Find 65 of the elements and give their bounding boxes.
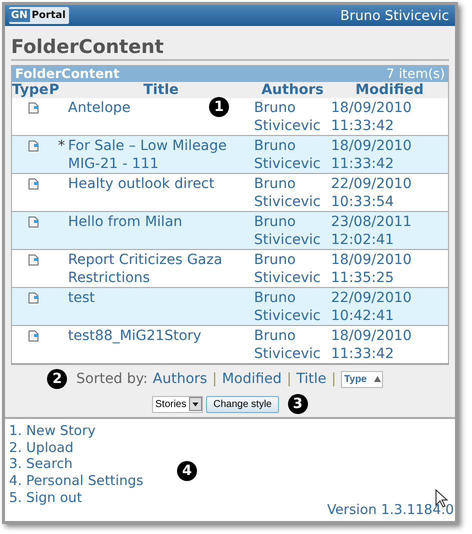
document-icon	[28, 254, 39, 266]
logo-badge: GN	[9, 9, 30, 22]
separator-text: |	[331, 371, 336, 387]
menu-link[interactable]: 2. Upload	[9, 440, 74, 456]
column-header[interactable]: P	[49, 82, 68, 98]
table-row[interactable]: test88_MiG21Story Bruno Stivicevic 18/09/2010 11:33:42	[12, 326, 448, 364]
panel-title: FolderContent	[15, 66, 120, 82]
portal-logo[interactable]: GN Portal	[9, 7, 69, 24]
table-row[interactable]: Hello from Milan Bruno Stivicevic 23/08/2011 12:02:41	[12, 212, 448, 250]
modified-cell: 22/09/2010 10:42:41	[331, 290, 412, 324]
author-cell: Bruno Stivicevic	[254, 138, 321, 172]
menu-link[interactable]: 3. Search	[9, 456, 73, 474]
sort-link[interactable]: Type	[341, 370, 383, 388]
column-header[interactable]: Type	[12, 82, 49, 98]
document-icon	[28, 178, 39, 190]
page-title: FolderContent	[11, 36, 449, 61]
style-dropdown[interactable]: Stories	[152, 396, 204, 412]
story-link[interactable]: For Sale – Low Mileage MIG-21 - 111	[68, 137, 254, 173]
menu-link[interactable]: 5. Sign out	[9, 490, 82, 507]
separator-text: |	[212, 371, 217, 387]
document-icon	[28, 216, 39, 228]
story-link[interactable]: test88_MiG21Story	[68, 327, 202, 345]
user-name: Bruno Stivicevic	[340, 8, 449, 24]
logo-text: Portal	[32, 10, 66, 21]
column-header[interactable]: Authors	[254, 82, 331, 98]
sort-label: Sorted by:	[76, 371, 148, 387]
menu-link[interactable]: 1. New Story	[9, 423, 96, 440]
story-link[interactable]: Hello from Milan	[68, 213, 182, 231]
column-header[interactable]: Title	[68, 82, 254, 98]
document-icon	[28, 102, 39, 114]
document-icon	[28, 330, 39, 342]
modified-cell: 18/09/2010 11:33:42	[331, 328, 412, 362]
callout-marker: 3	[288, 394, 308, 414]
sort-link[interactable]: Authors	[152, 371, 208, 387]
author-cell: Bruno Stivicevic	[254, 328, 321, 362]
sort-ascending-icon	[372, 375, 382, 383]
story-link[interactable]: Healty outlook direct	[68, 175, 214, 193]
author-cell: Bruno Stivicevic	[254, 100, 321, 134]
column-header[interactable]: Modified	[331, 82, 448, 98]
callout-marker: 4	[177, 461, 197, 481]
story-link[interactable]: test	[68, 289, 95, 307]
dropdown-icon	[189, 397, 202, 411]
document-icon	[28, 292, 39, 304]
author-cell: Bruno Stivicevic	[254, 252, 321, 286]
sort-link[interactable]: Title	[296, 371, 326, 387]
author-cell: Bruno Stivicevic	[254, 290, 321, 324]
callout-marker: 2	[47, 369, 68, 389]
change-style-button[interactable]: Change style	[206, 396, 279, 412]
menu-link[interactable]: 4. Personal Settings	[9, 473, 144, 490]
modified-cell: 18/09/2010 11:33:42	[331, 138, 412, 172]
modified-cell: 18/09/2010 11:35:25	[331, 252, 412, 286]
modified-cell: 22/09/2010 10:33:54	[331, 176, 412, 210]
document-icon	[28, 140, 39, 152]
item-count: 7 item(s)	[386, 66, 445, 82]
author-cell: Bruno Stivicevic	[254, 176, 321, 210]
author-cell: Bruno Stivicevic	[254, 214, 321, 248]
version-text: Version 1.3.1184.0	[327, 502, 454, 519]
modified-cell: 23/08/2011 12:02:41	[331, 214, 412, 248]
sort-link[interactable]: Modified	[222, 371, 282, 387]
marker-text: *	[58, 138, 65, 154]
callout-marker: 1	[209, 97, 229, 117]
separator-text: |	[286, 371, 292, 387]
story-link[interactable]: Antelope	[68, 99, 131, 117]
modified-cell: 18/09/2010 11:33:42	[331, 100, 412, 134]
table-row[interactable]: * For Sale – Low Mileage MIG-21 - 111 Bruno Stivicevic 18/09/2010 11:33:42	[12, 136, 448, 174]
